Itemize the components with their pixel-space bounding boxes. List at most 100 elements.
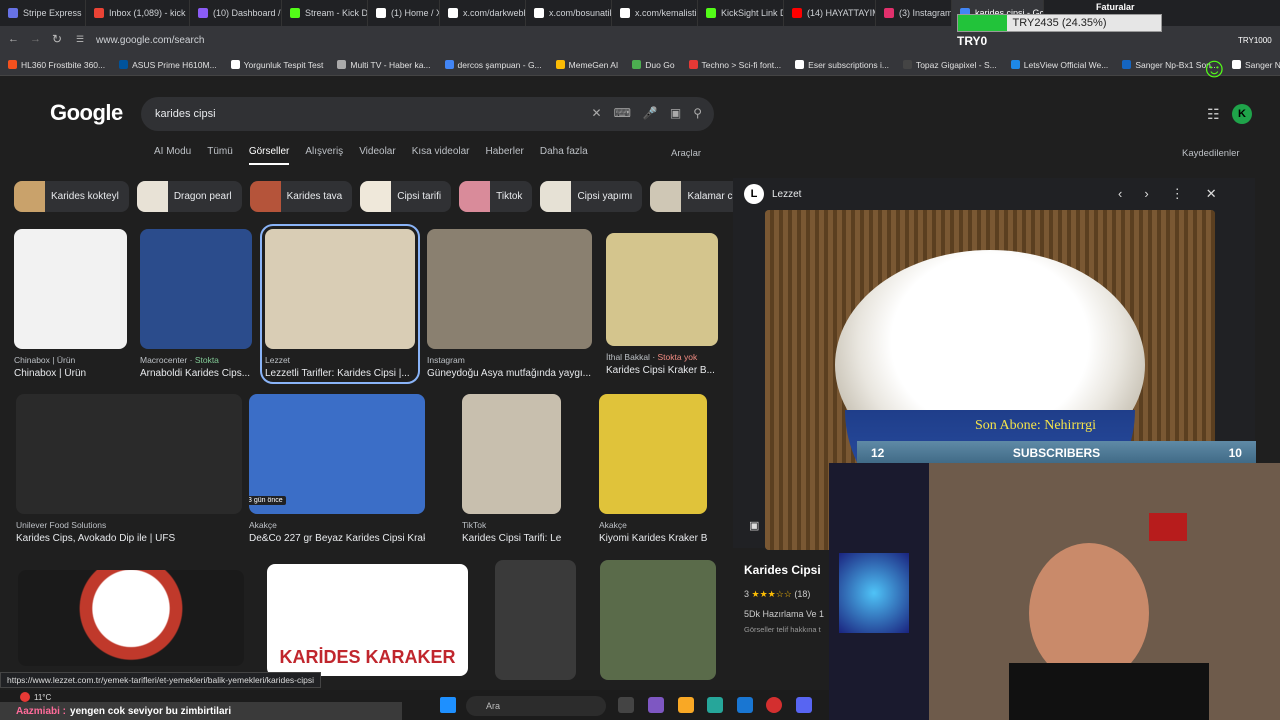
browser-tab[interactable]: (14) HAYATTAYIM: [784, 0, 876, 26]
windows-start-icon[interactable]: [440, 697, 456, 713]
reload-icon[interactable]: ↻: [52, 32, 62, 46]
close-icon[interactable]: ✕: [1206, 186, 1217, 202]
store-icon[interactable]: [737, 697, 753, 713]
result-title[interactable]: Chinabox | Ürün: [14, 368, 127, 379]
result-card[interactable]: TikTok Karides Cipsi Tarifi: Lezz...: [462, 394, 561, 544]
bookmark-item[interactable]: MemeGen AI: [555, 60, 618, 70]
nav-tab[interactable]: AI Modu: [154, 146, 191, 165]
taskbar-search[interactable]: Ara: [466, 696, 606, 716]
prev-icon[interactable]: ‹: [1118, 186, 1122, 202]
browser-tab[interactable]: Inbox (1,089) - kick: [86, 0, 190, 26]
saved-button[interactable]: Kaydedilenler: [1182, 148, 1240, 159]
result-title[interactable]: Arnaboldi Karides Cips...: [140, 368, 252, 379]
result-title[interactable]: Karides Cipsi Tarifi: Lezz...: [462, 533, 561, 544]
nav-tab[interactable]: Haberler: [486, 146, 524, 165]
bookmark-item[interactable]: LetsView Official We...: [1010, 60, 1108, 70]
result-image[interactable]: [427, 229, 592, 349]
related-chip[interactable]: Karides tava: [249, 181, 353, 212]
result-image[interactable]: 3 gün önce: [249, 394, 425, 514]
result-card[interactable]: [18, 570, 244, 666]
nav-tab[interactable]: Videolar: [359, 146, 396, 165]
nav-tab[interactable]: Görseller: [248, 146, 290, 165]
more-icon[interactable]: ⋮: [1171, 186, 1184, 202]
bookmark-item[interactable]: ASUS Prime H610M...: [119, 60, 217, 70]
result-title[interactable]: Lezzetli Tarifler: Karides Cipsi |...: [265, 368, 415, 379]
result-card[interactable]: İthal Bakkal · Stokta yok Karides Cipsi K…: [606, 233, 718, 376]
bookmark-item[interactable]: Techno > Sci-fi font...: [688, 60, 781, 70]
next-icon[interactable]: ›: [1144, 186, 1148, 202]
result-image[interactable]: [462, 394, 561, 514]
related-chip[interactable]: Dragon pearl: [136, 181, 242, 212]
related-chip[interactable]: Kalamar c: [650, 181, 743, 212]
search-input[interactable]: karides cipsi: [155, 108, 216, 120]
opera-icon[interactable]: [766, 697, 782, 713]
task-view-icon[interactable]: [618, 697, 634, 713]
result-card[interactable]: 3 gün önce Akakçe De&Co 227 gr Beyaz Karid…: [249, 394, 425, 544]
result-card[interactable]: Unilever Food Solutions Karides Cips, Avo…: [16, 394, 242, 544]
account-avatar[interactable]: K: [1232, 104, 1252, 124]
browser-tab[interactable]: (10) Dashboard / S: [190, 0, 282, 26]
bookmark-item[interactable]: Yorgunluk Tespit Test: [230, 60, 323, 70]
browser-tab[interactable]: x.com/bosunatik: [526, 0, 612, 26]
result-image[interactable]: [140, 229, 252, 349]
lens-search-icon[interactable]: ▣: [749, 519, 759, 532]
result-title[interactable]: Güneydoğu Asya mutfağında yaygı...: [427, 368, 592, 379]
bookmark-item[interactable]: Topaz Gigapixel - S...: [902, 60, 997, 70]
result-title[interactable]: Karides Cipsi Kraker B...: [606, 365, 718, 376]
result-title[interactable]: Karides Cips, Avokado Dip ile | UFS: [16, 533, 242, 544]
bookmark-item[interactable]: HL360 Frostbite 360...: [8, 60, 105, 70]
bookmark-item[interactable]: Sanger NP-BX1 Sa...: [1232, 60, 1280, 70]
browser-tab[interactable]: Stripe Express: [0, 0, 86, 26]
search-icon[interactable]: ⚲: [693, 106, 702, 120]
browser-tab[interactable]: (3) Instagram: [876, 0, 952, 26]
browser-tab[interactable]: x.com/darkwebhab: [440, 0, 526, 26]
google-logo[interactable]: Google: [50, 100, 123, 126]
bookmark-item[interactable]: Duo Go: [632, 60, 675, 70]
related-chip[interactable]: Tiktok: [459, 181, 533, 212]
preview-title[interactable]: Karides Cipsi: [744, 563, 824, 577]
back-icon[interactable]: ←: [8, 33, 19, 45]
result-card[interactable]: Macrocenter · Stokta Arnaboldi Karides Ci…: [140, 229, 252, 379]
result-image[interactable]: [599, 394, 707, 514]
nav-tab[interactable]: Kısa videolar: [412, 146, 470, 165]
result-image[interactable]: [14, 229, 127, 349]
browser-tab[interactable]: KickSight Link Det: [698, 0, 784, 26]
related-chip[interactable]: Cipsi yapımı: [540, 181, 643, 212]
clear-icon[interactable]: ✕: [592, 106, 602, 120]
nav-tab[interactable]: Tümü: [207, 146, 233, 165]
search-box[interactable]: karides cipsi ✕ ⌨ 🎤 ▣ ⚲: [141, 97, 714, 131]
keyboard-icon[interactable]: ⌨: [614, 106, 631, 120]
nav-tab[interactable]: Daha fazla: [540, 146, 588, 165]
forward-icon[interactable]: →: [30, 33, 41, 45]
result-card[interactable]: [495, 560, 576, 680]
copilot-icon[interactable]: [648, 697, 664, 713]
bookmark-item[interactable]: dercos şampuan - G...: [444, 60, 542, 70]
bookmark-item[interactable]: Multi TV - Haber ka...: [337, 60, 431, 70]
related-chip[interactable]: Karides kokteyl: [14, 181, 129, 212]
url-field[interactable]: www.google.com/search: [96, 35, 204, 46]
result-card[interactable]: Instagram Güneydoğu Asya mutfağında yaygı…: [427, 229, 592, 379]
result-card[interactable]: KARİDES KARAKER: [267, 564, 468, 676]
tools-button[interactable]: Araçlar: [671, 148, 701, 159]
browser-tab[interactable]: x.com/kemalistika: [612, 0, 698, 26]
result-card[interactable]: [600, 560, 716, 680]
result-title[interactable]: Kiyomi Karides Kraker Bey...: [599, 533, 707, 544]
preview-source[interactable]: L Lezzet: [744, 184, 801, 204]
apps-grid-icon[interactable]: ☷: [1207, 106, 1220, 123]
lens-icon[interactable]: ▣: [670, 106, 681, 120]
result-card[interactable]: Lezzet Lezzetli Tarifler: Karides Cipsi |…: [260, 224, 420, 384]
nav-tab[interactable]: Alışveriş: [305, 146, 343, 165]
edge-icon[interactable]: [707, 697, 723, 713]
browser-tab[interactable]: Stream - Kick Dash: [282, 0, 368, 26]
browser-tab[interactable]: (1) Home / X: [368, 0, 440, 26]
result-image[interactable]: [265, 229, 415, 349]
result-card[interactable]: Chinabox | Ürün Chinabox | Ürün: [14, 229, 127, 379]
result-image[interactable]: [16, 394, 242, 514]
related-chip[interactable]: Cipsi tarifi: [360, 181, 452, 212]
explorer-icon[interactable]: [678, 697, 694, 713]
site-info-icon[interactable]: ☰: [76, 34, 84, 45]
result-card[interactable]: Akakçe Kiyomi Karides Kraker Bey...: [599, 394, 707, 544]
bookmark-item[interactable]: Eser subscriptions i...: [795, 60, 889, 70]
result-title[interactable]: De&Co 227 gr Beyaz Karides Cipsi Kraker …: [249, 533, 425, 544]
discord-icon[interactable]: [796, 697, 812, 713]
